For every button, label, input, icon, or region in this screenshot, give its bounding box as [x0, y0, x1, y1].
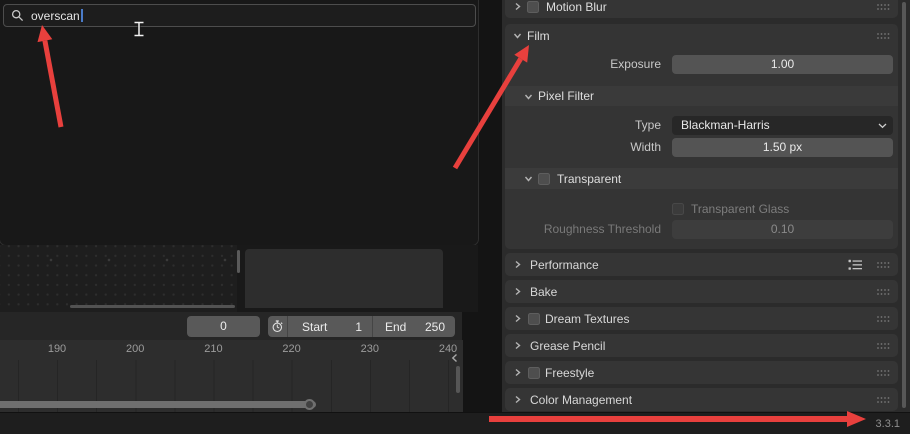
panel-title: Grease Pencil: [530, 338, 606, 353]
drag-handle-icon[interactable]: [876, 342, 890, 350]
version-text: 3.3.1: [875, 417, 900, 430]
filter-type-value: Blackman-Harris: [681, 118, 770, 132]
search-input[interactable]: overscan: [3, 4, 476, 27]
panel-film: Film Exposure 1.00 Pixel Filter Type Bla…: [505, 24, 898, 249]
transparent-glass-row: Transparent Glass: [505, 202, 898, 216]
timeline-ruler[interactable]: 190 200 210 220 230 240: [0, 340, 463, 412]
filter-width-row: Width 1.50 px: [505, 138, 898, 157]
panel-title: Motion Blur: [546, 0, 607, 14]
timeline-header: 0 Start 1 End 250: [0, 312, 462, 340]
properties-editor: Motion Blur Film Exposure 1.00 Pixel Fil…: [502, 0, 910, 412]
exposure-label: Exposure: [610, 57, 661, 71]
drag-handle-icon[interactable]: [876, 288, 890, 296]
panel-title: Performance: [530, 257, 599, 272]
node-editor-hscrollbar[interactable]: [70, 305, 235, 308]
ruler-tick-label: 190: [47, 343, 67, 355]
drag-handle-icon[interactable]: [876, 315, 890, 323]
panel-checkbox[interactable]: [528, 312, 540, 325]
drag-handle-icon[interactable]: [876, 32, 890, 40]
transparent-subpanel-header[interactable]: Transparent: [505, 168, 898, 189]
chevron-right-icon[interactable]: [513, 287, 522, 296]
search-popup: overscan: [0, 0, 479, 246]
ruler-tick-label: 220: [282, 343, 301, 355]
chevron-right-icon[interactable]: [513, 314, 522, 323]
ruler-tick-label: 210: [204, 343, 223, 355]
node-editor-sidebar: [245, 249, 443, 308]
drag-handle-icon[interactable]: [876, 396, 890, 404]
chevron-right-icon[interactable]: [513, 395, 522, 404]
chevron-right-icon[interactable]: [513, 260, 522, 269]
start-label: Start: [302, 319, 328, 334]
transparent-checkbox[interactable]: [538, 172, 550, 185]
subpanel-title: Pixel Filter: [538, 89, 595, 103]
collapsed-panels-list: Performance Bake Dream Textures Grease P…: [505, 253, 898, 411]
panel-title: Dream Textures: [545, 311, 630, 326]
collapsed-panel-row[interactable]: Freestyle: [505, 361, 898, 384]
filter-type-dropdown[interactable]: Blackman-Harris: [672, 116, 893, 135]
roughness-label: Roughness Threshold: [543, 222, 661, 236]
collapsed-panel-row[interactable]: Grease Pencil: [505, 334, 898, 357]
roughness-threshold-row: Roughness Threshold 0.10: [505, 220, 898, 239]
stopwatch-icon: [271, 320, 284, 333]
collapsed-panel-row[interactable]: Performance: [505, 253, 898, 276]
current-frame-field[interactable]: 0: [187, 316, 260, 337]
chevron-right-icon[interactable]: [513, 341, 522, 350]
collapsed-panel-row[interactable]: Bake: [505, 280, 898, 303]
chevron-right-icon[interactable]: [513, 368, 522, 377]
node-editor-vscrollbar[interactable]: [237, 250, 240, 273]
exposure-row: Exposure 1.00: [505, 55, 898, 74]
collapsed-panel-row[interactable]: Dream Textures: [505, 307, 898, 330]
frame-end-field[interactable]: End 250: [373, 316, 455, 337]
node-editor-strip: [0, 245, 478, 312]
collapsed-panel-row[interactable]: Color Management: [505, 388, 898, 411]
ruler-tick-label: 200: [126, 343, 145, 355]
frame-start-field[interactable]: Start 1: [288, 316, 373, 337]
roughness-field: 0.10: [672, 220, 893, 239]
drag-handle-icon[interactable]: [876, 3, 890, 11]
use-preview-range-button[interactable]: [268, 316, 288, 337]
timeline-vscrollbar[interactable]: [456, 366, 460, 393]
pixel-filter-subpanel-header[interactable]: Pixel Filter: [505, 86, 898, 106]
search-query-text: overscan: [31, 8, 80, 23]
chevron-right-icon[interactable]: [513, 2, 522, 11]
status-bar: 3.3.1: [0, 412, 910, 434]
presets-icon[interactable]: [848, 259, 863, 271]
panel-checkbox[interactable]: [528, 366, 540, 379]
blender-window: Motion Blur Film Exposure 1.00 Pixel Fil…: [0, 0, 910, 434]
end-label: End: [385, 319, 407, 334]
subpanel-title: Transparent: [557, 171, 622, 186]
panel-title: Film: [527, 28, 550, 43]
timeline-scrollbar-knob[interactable]: [304, 399, 315, 410]
ruler-tick-label: 230: [360, 343, 379, 355]
chevron-down-icon[interactable]: [524, 92, 533, 101]
panel-title: Bake: [530, 284, 558, 299]
drag-handle-icon[interactable]: [876, 369, 890, 377]
node-editor-canvas[interactable]: [0, 245, 237, 312]
exposure-field[interactable]: 1.00: [672, 55, 893, 74]
film-panel-header[interactable]: Film: [505, 24, 898, 47]
frame-range-group: Start 1 End 250: [268, 316, 455, 337]
chevron-down-icon[interactable]: [513, 31, 522, 40]
transparent-glass-checkbox: [672, 203, 684, 215]
chevron-down-icon[interactable]: [524, 174, 533, 183]
filter-type-row: Type Blackman-Harris: [505, 116, 898, 135]
panel-motion-blur[interactable]: Motion Blur: [505, 0, 898, 18]
text-caret: [80, 9, 83, 22]
panel-title: Color Management: [530, 392, 633, 407]
properties-scrollbar[interactable]: [902, 2, 906, 408]
transparent-glass-label: Transparent Glass: [691, 202, 790, 216]
filter-width-field[interactable]: 1.50 px: [672, 138, 893, 157]
drag-handle-icon[interactable]: [876, 261, 890, 269]
chevron-left-icon[interactable]: [451, 353, 458, 363]
type-label: Type: [634, 118, 661, 132]
timeline-hscrollbar[interactable]: [0, 401, 316, 408]
width-label: Width: [630, 140, 661, 154]
motion-blur-checkbox[interactable]: [527, 0, 539, 13]
end-value: 250: [424, 319, 445, 334]
panel-title: Freestyle: [545, 365, 595, 380]
search-icon: [11, 9, 24, 22]
start-value: 1: [355, 319, 362, 334]
chevron-down-icon: [878, 123, 887, 129]
